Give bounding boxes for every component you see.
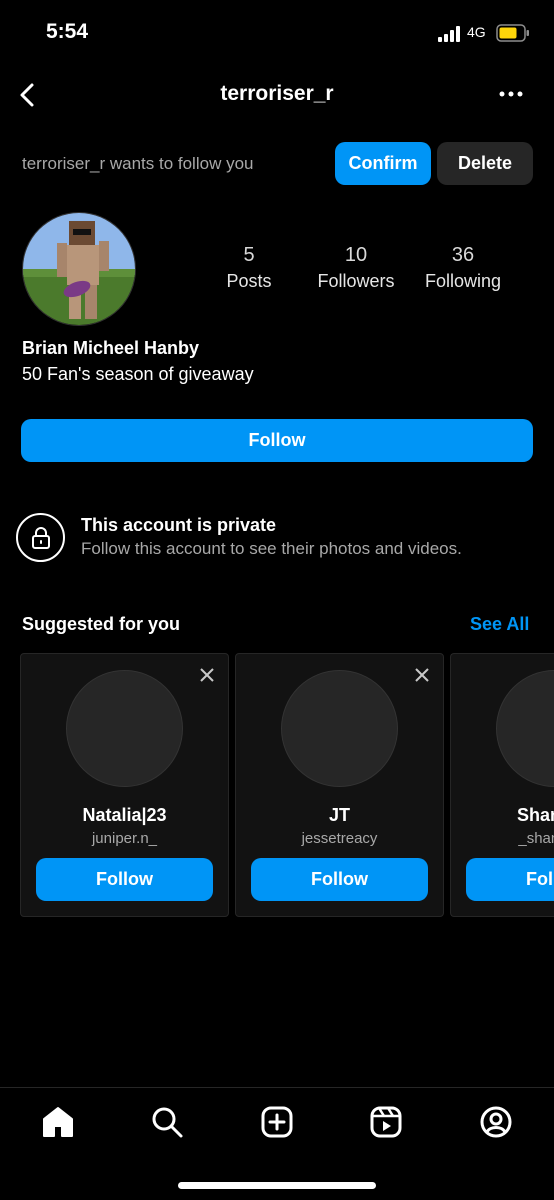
suggestion-username: jessetreacy bbox=[301, 830, 378, 847]
suggestion-follow-button[interactable]: Follow bbox=[251, 858, 428, 901]
private-account-title: This account is private bbox=[81, 515, 277, 535]
close-icon[interactable] bbox=[413, 666, 431, 684]
private-account-description: Follow this account to see their photos … bbox=[81, 539, 462, 558]
profile-bio: 50 Fan's season of giveaway bbox=[22, 364, 254, 384]
followers-label: Followers bbox=[317, 271, 395, 291]
suggestion-username: _shannon_ bbox=[518, 830, 554, 847]
suggestion-avatar[interactable] bbox=[66, 670, 183, 787]
following-label: Following bbox=[424, 271, 502, 291]
create-post-icon[interactable] bbox=[260, 1105, 294, 1139]
suggestion-card[interactable]: Natalia|23 juniper.n_ Follow bbox=[20, 653, 229, 917]
home-indicator[interactable] bbox=[178, 1182, 376, 1189]
status-bar: 5:54 4G bbox=[0, 0, 554, 70]
close-icon[interactable] bbox=[198, 666, 216, 684]
profile-header: terroriser_r bbox=[0, 72, 554, 118]
more-options-icon[interactable] bbox=[496, 84, 526, 104]
suggestion-name: JT bbox=[328, 805, 350, 825]
lock-icon bbox=[16, 513, 65, 562]
posts-stat[interactable]: 5 Posts bbox=[213, 244, 285, 292]
profile-icon[interactable] bbox=[479, 1105, 513, 1139]
battery-icon bbox=[496, 24, 529, 42]
page-title: terroriser_r bbox=[220, 82, 334, 105]
posts-label: Posts bbox=[226, 271, 272, 291]
followers-stat[interactable]: 10 Followers bbox=[306, 244, 406, 292]
suggestion-card[interactable]: JT jessetreacy Follow bbox=[235, 653, 444, 917]
search-icon[interactable] bbox=[150, 1105, 184, 1139]
status-time: 5:54 bbox=[46, 20, 89, 43]
follow-request-text: terroriser_r wants to follow you bbox=[22, 154, 254, 173]
delete-request-button[interactable]: Delete bbox=[437, 142, 533, 185]
suggestion-follow-button[interactable]: Follow bbox=[466, 858, 554, 901]
suggestion-avatar[interactable] bbox=[281, 670, 398, 787]
posts-count: 5 bbox=[243, 244, 255, 266]
follow-button[interactable]: Follow bbox=[21, 419, 533, 462]
avatar-image bbox=[23, 213, 135, 325]
suggestion-name: Natalia|23 bbox=[82, 805, 167, 825]
confirm-request-button[interactable]: Confirm bbox=[335, 142, 431, 185]
follow-request-banner: terroriser_r wants to follow you Confirm… bbox=[0, 142, 554, 186]
following-count: 36 bbox=[451, 244, 475, 266]
followers-count: 10 bbox=[344, 244, 368, 266]
suggestion-username: juniper.n_ bbox=[91, 830, 158, 847]
reels-icon[interactable] bbox=[369, 1105, 403, 1139]
home-icon[interactable] bbox=[41, 1105, 75, 1139]
following-stat[interactable]: 36 Following bbox=[416, 244, 510, 292]
see-all-link[interactable]: See All bbox=[470, 614, 529, 635]
suggestion-follow-button[interactable]: Follow bbox=[36, 858, 213, 901]
suggested-title: Suggested for you bbox=[22, 614, 181, 634]
suggestion-name: Shannon bbox=[517, 805, 554, 825]
suggestion-avatar[interactable] bbox=[496, 670, 554, 787]
network-type: 4G bbox=[467, 24, 486, 40]
cellular-signal-icon bbox=[438, 26, 460, 42]
suggestion-card[interactable]: Shannon _shannon_ Follow bbox=[450, 653, 554, 917]
profile-full-name: Brian Micheel Hanby bbox=[22, 338, 200, 358]
profile-avatar[interactable] bbox=[22, 212, 136, 326]
